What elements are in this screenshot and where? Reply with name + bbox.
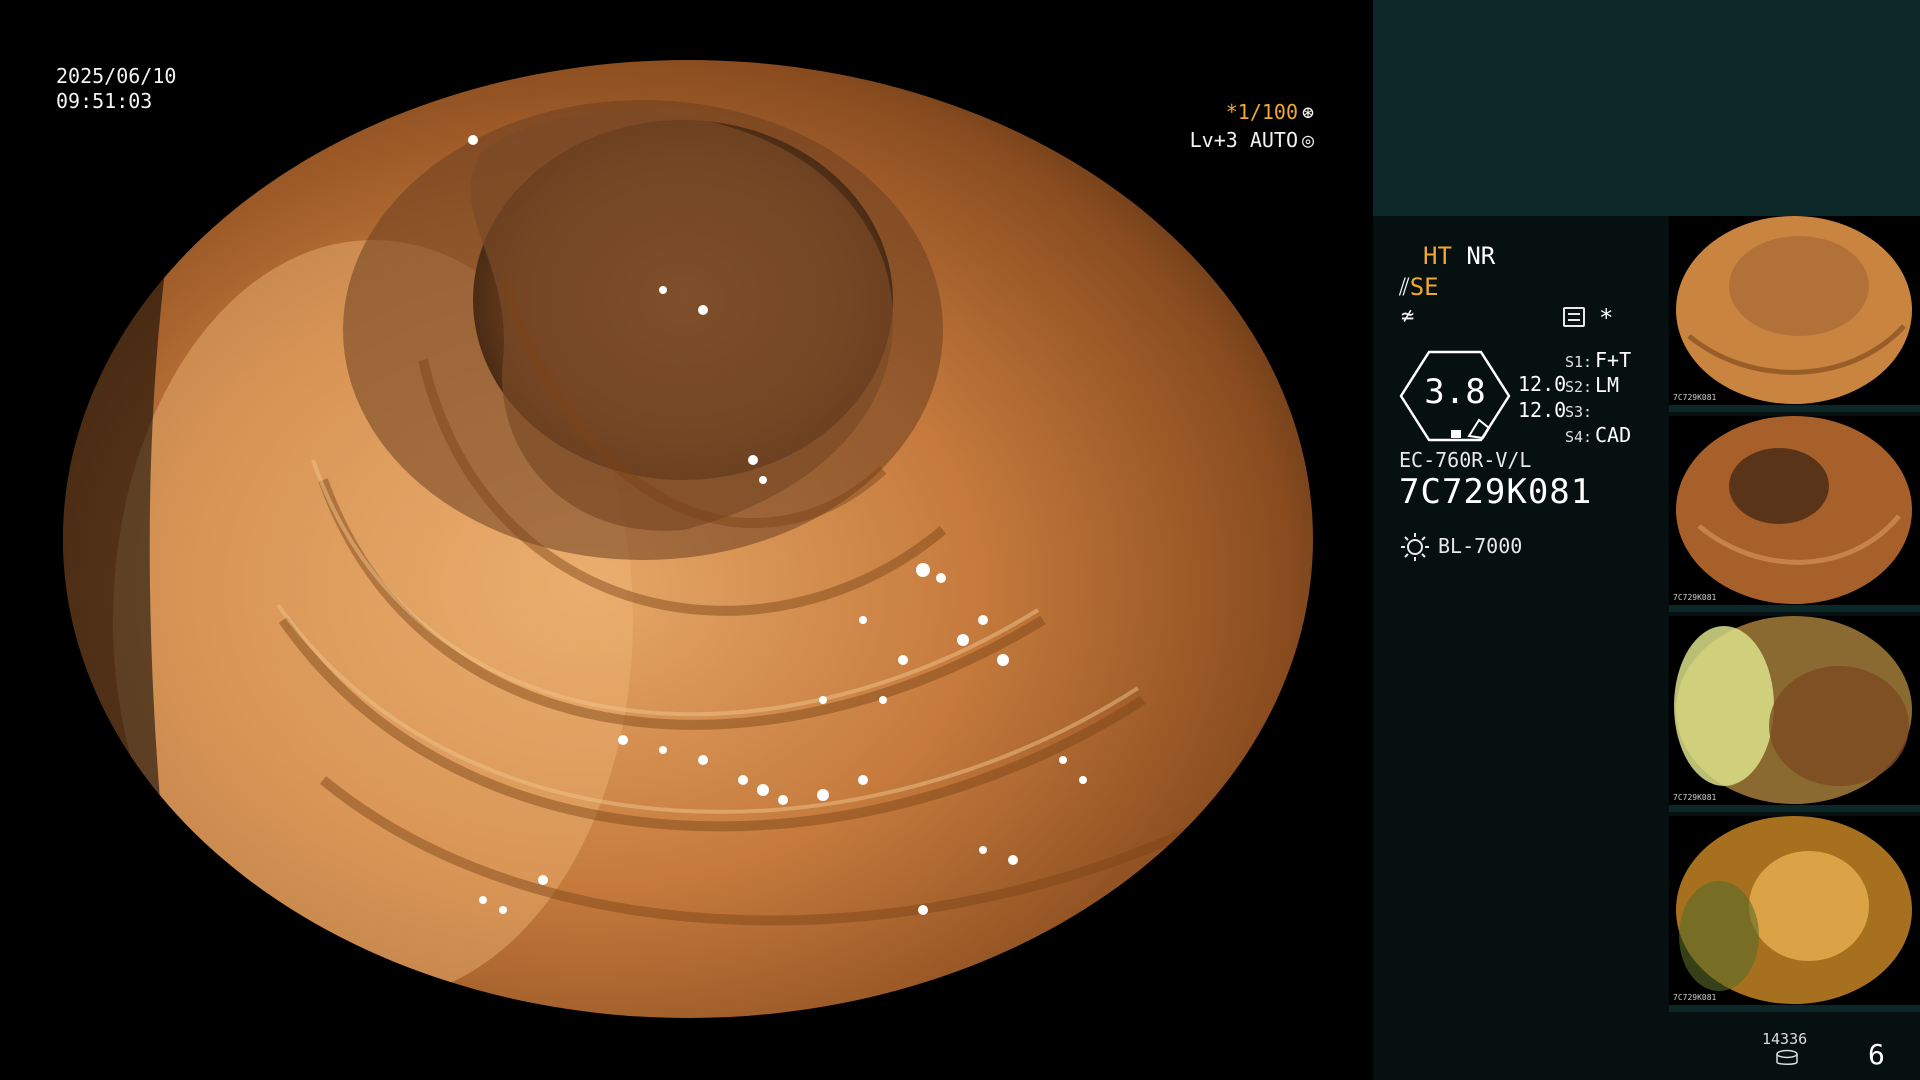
capture-count: 6 (1868, 1038, 1885, 1071)
switch-row: S2: LM (1565, 373, 1631, 398)
zoom-gauge: 3.8 (1399, 350, 1511, 442)
exposure-row: *1/100 ⊛ (1190, 98, 1318, 126)
storage-count: 14336 (1762, 1030, 1808, 1048)
thumbnail-serial: 7C729K081 (1673, 593, 1717, 602)
thumbnail-bar (1669, 405, 1920, 412)
switch-row: S1: F+T (1565, 348, 1631, 373)
ht-nr-row: HT NR (1423, 242, 1495, 270)
scope-switch-list: S1: F+T S2: LM S3: S4: CAD (1565, 348, 1631, 448)
scope-serial: 7C729K081 (1399, 472, 1593, 512)
switch-value: F+T (1595, 348, 1632, 372)
switch-row: S3: (1565, 398, 1631, 423)
iris-icon: ◎ (1301, 128, 1315, 152)
thumbnail-serial: 7C729K081 (1673, 393, 1717, 402)
time-label: 09:51:03 (56, 89, 153, 113)
thumbnail-2[interactable]: 7C729K081 (1669, 416, 1920, 612)
level-value: Lv+3 AUTO (1189, 128, 1298, 152)
se-indicator: SE (1409, 273, 1439, 301)
thumbnail-serial: 7C729K081 (1673, 993, 1717, 1002)
thumbnail-3[interactable]: 7C729K081 (1669, 616, 1920, 812)
freeze-icon: ≄ (1401, 304, 1415, 329)
colon-lumen-image (63, 60, 1313, 1018)
aperture-icon: ⊛ (1301, 100, 1315, 124)
scope-model: EC-760R-V/L (1399, 448, 1532, 472)
storage-disk-icon (1776, 1049, 1798, 1065)
level-row: Lv+3 AUTO ◎ (1190, 126, 1318, 154)
switch-key: S3: (1565, 403, 1593, 421)
menu-icon (1563, 307, 1585, 327)
light-source-label: BL-7000 (1438, 534, 1523, 558)
star-indicator: * (1599, 304, 1614, 332)
enhance-value-2: 12.0 (1518, 398, 1567, 422)
thumbnail-image (1676, 416, 1912, 604)
structure-enhance-icon: ⫽ (1399, 273, 1410, 301)
switch-key: S2: (1565, 378, 1593, 396)
switch-row: S4: CAD (1565, 423, 1631, 448)
thumbnail-1[interactable]: 7C729K081 (1669, 216, 1920, 412)
date-label: 2025/06/10 (56, 64, 177, 88)
switch-key: S1: (1565, 353, 1593, 371)
thumbnail-4[interactable]: 7C729K081 (1669, 816, 1920, 1012)
nr-indicator: NR (1466, 242, 1496, 270)
switch-value: LM (1595, 373, 1620, 397)
thumbnail-image (1674, 616, 1912, 804)
thumbnail-image (1676, 816, 1912, 1004)
exposure-settings: *1/100 ⊛ Lv+3 AUTO ◎ (1190, 98, 1318, 154)
thumbnail-bar (1669, 805, 1920, 812)
capture-thumbnails: 7C729K081 7C729K081 7C729K081 7C729K081 (1669, 216, 1920, 1016)
thumbnail-bar (1669, 605, 1920, 612)
thumbnail-bar (1669, 1005, 1920, 1012)
ht-indicator: HT (1423, 242, 1452, 270)
se-row: ⫽SE (1399, 273, 1439, 301)
zoom-value: 3.8 (1424, 372, 1486, 412)
exposure-value: *1/100 (1225, 100, 1298, 124)
datetime-display: 2025/06/10 09:51:03 (56, 64, 176, 114)
thumbnail-image (1676, 216, 1912, 404)
endoscope-live-view (63, 60, 1313, 1018)
patient-info-box (1373, 0, 1920, 216)
light-source-icon (1401, 533, 1429, 561)
thumbnail-serial: 7C729K081 (1673, 793, 1717, 802)
enhance-value-1: 12.0 (1518, 372, 1567, 396)
switch-key: S4: (1565, 428, 1593, 446)
switch-value: CAD (1595, 423, 1632, 447)
